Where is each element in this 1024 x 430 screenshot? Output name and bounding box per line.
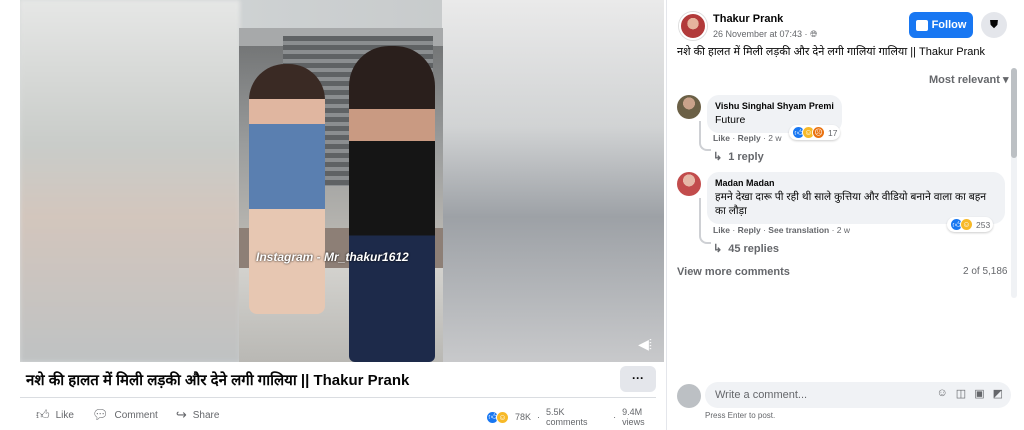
- haha-reaction-icon: ☺: [960, 218, 973, 231]
- reply-arrow-icon: ↳: [713, 151, 723, 163]
- page-name[interactable]: Thakur Prank: [713, 13, 783, 25]
- video-blur-right: [442, 0, 664, 362]
- page-avatar[interactable]: [679, 12, 707, 40]
- reply-arrow-icon: ↳: [713, 243, 723, 255]
- like-button[interactable]: 👍︎ Like: [36, 407, 74, 423]
- comment-item: Vishu Singhal Shyam Premi Future Like · …: [677, 95, 1007, 165]
- like-label: Like: [55, 409, 74, 421]
- page-follow-icon: [915, 19, 928, 31]
- post-actions: 👍︎ Like 💬︎ Comment ↪ Share: [36, 406, 237, 424]
- reply-thread-line: [699, 198, 711, 244]
- comment-reply-link[interactable]: Reply: [738, 225, 761, 235]
- more-options-button[interactable]: ···: [620, 366, 656, 392]
- comment-reactions[interactable]: 👍︎ ☺ 253: [947, 217, 994, 232]
- comment-input-placeholder: Write a comment...: [715, 389, 808, 401]
- post-stats: 👍︎ ☺ 78K · 5.5K comments · 9.4M views: [486, 407, 666, 427]
- comment-text: हमने देखा दारू पी रही थी साले कुत्तिया औ…: [715, 191, 987, 217]
- comment-input-tools: ☺ ◫ ▣ ◩: [937, 387, 1003, 400]
- enter-hint: Press Enter to post.: [705, 411, 776, 420]
- comment-label: Comment: [114, 409, 158, 421]
- video-player[interactable]: Instagram - Mr_thakur1612 ◀⦙: [20, 0, 664, 362]
- gif-icon[interactable]: ▣: [974, 387, 984, 400]
- see-translation-link[interactable]: See translation: [768, 225, 829, 235]
- comment-reaction-icons: 👍︎ ☺ ☹: [792, 126, 825, 139]
- comment-pagination-count: 2 of 5,186: [963, 266, 1008, 277]
- camera-icon[interactable]: ◫: [956, 387, 966, 400]
- shield-icon[interactable]: ⛊: [981, 12, 1007, 38]
- haha-reaction-icon: ☺: [496, 410, 509, 424]
- comment-age[interactable]: 2 w: [768, 133, 781, 143]
- comment-meta: Like · Reply · 2 w: [713, 133, 782, 143]
- view-replies-link[interactable]: ↳ 1 reply: [713, 150, 764, 164]
- share-button[interactable]: ↪ Share: [176, 407, 220, 423]
- follow-button[interactable]: Follow: [909, 12, 973, 38]
- comment-like-link[interactable]: Like: [713, 225, 730, 235]
- video-frame: [239, 28, 443, 362]
- view-more-comments-link[interactable]: View more comments: [677, 266, 790, 278]
- reply-thread-line: [699, 121, 711, 151]
- comment-reply-link[interactable]: Reply: [738, 133, 761, 143]
- commenter-avatar[interactable]: [677, 95, 701, 119]
- replies-label: 45 replies: [728, 242, 779, 255]
- globe-icon: 🌐︎: [810, 29, 818, 39]
- scrollbar-thumb[interactable]: [1011, 68, 1017, 158]
- video-blur-left: [20, 0, 240, 362]
- comment-author[interactable]: Madan Madan: [715, 178, 997, 188]
- post-date-text: 26 November at 07:43 ·: [713, 29, 811, 39]
- comment-input[interactable]: Write a comment... ☺ ◫ ▣ ◩: [705, 382, 1011, 408]
- video-person-left: [249, 64, 325, 314]
- comment-icon: 💬︎: [91, 407, 109, 422]
- comment-reactions[interactable]: 👍︎ ☺ ☹ 17: [789, 125, 841, 140]
- comment-author[interactable]: Vishu Singhal Shyam Premi: [715, 101, 834, 111]
- emoji-icon[interactable]: ☺: [937, 387, 948, 400]
- comments-count[interactable]: 5.5K comments: [546, 407, 607, 427]
- sticker-icon[interactable]: ◩: [993, 387, 1003, 400]
- angry-reaction-icon: ☹: [812, 126, 825, 139]
- sort-label: Most relevant: [929, 74, 1000, 86]
- post-date[interactable]: 26 November at 07:43 · 🌐︎: [713, 29, 817, 40]
- sort-dropdown[interactable]: Most relevant ▾: [929, 73, 1009, 86]
- comment-reaction-count: 17: [828, 127, 838, 138]
- post-caption: नशे की हालत में मिली लड़की और देने लगी ग…: [677, 46, 986, 58]
- comment-button[interactable]: 💬︎ Comment: [92, 407, 158, 423]
- video-person-right: [349, 46, 435, 362]
- reaction-icons[interactable]: 👍︎ ☺: [486, 410, 509, 424]
- comment-reaction-count: 253: [976, 219, 991, 230]
- comments-sidebar: Thakur Prank 26 November at 07:43 · 🌐︎ F…: [666, 0, 1024, 430]
- user-avatar[interactable]: [677, 384, 701, 408]
- divider: [20, 397, 656, 398]
- reaction-count[interactable]: 78K: [515, 412, 531, 422]
- comment-item: Madan Madan हमने देखा दारू पी रही थी साल…: [677, 172, 1007, 258]
- comment-reaction-icons: 👍︎ ☺: [950, 218, 973, 231]
- volume-icon[interactable]: ◀⦙: [638, 336, 652, 353]
- view-replies-link[interactable]: ↳ 45 replies: [713, 242, 779, 256]
- stats-dot: ·: [613, 412, 617, 422]
- comment-meta: Like · Reply · See translation · 2 w: [713, 225, 851, 235]
- thumbs-up-icon: 👍︎: [36, 407, 50, 422]
- post-title-row: नशे की हालत में मिली लड़की और देने लगी ग…: [26, 366, 656, 394]
- video-watermark: Instagram - Mr_thakur1612: [256, 250, 409, 264]
- stats-dot: ·: [537, 412, 541, 422]
- follow-label: Follow: [931, 19, 967, 31]
- share-label: Share: [192, 409, 220, 421]
- views-count: 9.4M views: [622, 407, 645, 427]
- post-title: नशे की हालत में मिली लड़की और देने लगी ग…: [26, 372, 410, 389]
- chevron-down-icon: ▾: [1002, 74, 1009, 86]
- video-post-area: Instagram - Mr_thakur1612 ◀⦙ नशे की हालत…: [0, 0, 666, 430]
- comment-age[interactable]: 2 w: [837, 225, 850, 235]
- comment-like-link[interactable]: Like: [713, 133, 730, 143]
- replies-label: 1 reply: [728, 150, 764, 163]
- comments-scrollbar[interactable]: [1011, 68, 1017, 298]
- commenter-avatar[interactable]: [677, 172, 701, 196]
- share-icon: ↪: [175, 407, 187, 422]
